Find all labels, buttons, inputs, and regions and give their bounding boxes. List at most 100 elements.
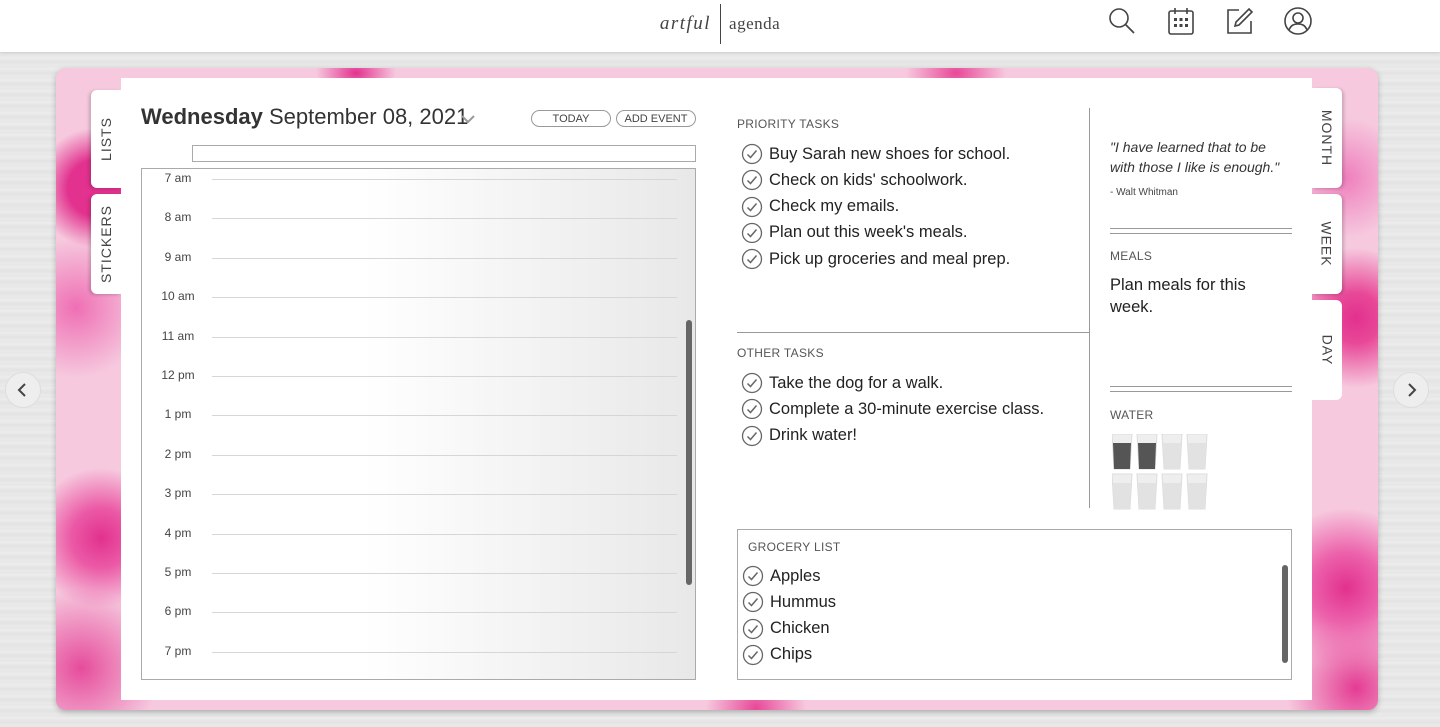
- calendar-icon[interactable]: [1165, 5, 1197, 37]
- tab-day[interactable]: DAY: [1312, 300, 1342, 400]
- time-gridline: [212, 612, 677, 614]
- time-label: 4 pm: [164, 525, 192, 540]
- check-circle-icon: [741, 196, 763, 217]
- next-page-button[interactable]: [1393, 372, 1429, 408]
- task-item[interactable]: Complete a 30-minute exercise class.: [741, 398, 1044, 420]
- search-icon[interactable]: [1106, 5, 1138, 37]
- time-gridline: [212, 651, 677, 653]
- time-slot[interactable]: 5 pm: [142, 563, 695, 583]
- task-text: Apples: [770, 566, 821, 585]
- check-circle-icon: [742, 565, 764, 587]
- time-label: 3 pm: [164, 486, 192, 501]
- water-glass[interactable]: [1186, 434, 1208, 470]
- check-circle-icon: [741, 372, 763, 394]
- task-text: Check on kids' schoolwork.: [769, 170, 968, 189]
- time-gridline: [212, 454, 677, 456]
- time-gridline: [212, 376, 677, 377]
- time-label: 11 am: [161, 328, 195, 343]
- user-icon[interactable]: [1282, 5, 1314, 37]
- divider: [737, 332, 1089, 333]
- quote-author: - Walt Whitman: [1110, 187, 1178, 198]
- time-gridline: [212, 218, 677, 220]
- tab-lists[interactable]: LISTS: [91, 90, 121, 188]
- water-glass[interactable]: [1161, 473, 1183, 510]
- time-slot[interactable]: 12 pm: [142, 366, 695, 386]
- time-slot[interactable]: 4 pm: [142, 524, 695, 544]
- time-label: 6 pm: [164, 604, 192, 619]
- timeline-scrollbar[interactable]: [686, 320, 692, 585]
- task-item[interactable]: Chips: [742, 644, 812, 666]
- water-glass[interactable]: [1136, 434, 1158, 470]
- time-slot[interactable]: 10 am: [142, 287, 695, 307]
- task-item[interactable]: Buy Sarah new shoes for school.: [741, 143, 1010, 165]
- task-text: Hummus: [770, 592, 837, 611]
- check-circle-icon: [742, 592, 764, 613]
- prev-page-button[interactable]: [5, 372, 41, 408]
- check-circle-icon: [741, 222, 763, 244]
- task-item[interactable]: Chicken: [742, 618, 830, 640]
- task-item[interactable]: Take the dog for a walk.: [741, 372, 943, 394]
- water-glass[interactable]: [1186, 473, 1208, 510]
- water-tracker[interactable]: [1112, 434, 1212, 510]
- task-item[interactable]: Check on kids' schoolwork.: [741, 169, 967, 191]
- time-gridline: [212, 297, 677, 299]
- time-label: 9 am: [164, 249, 192, 264]
- time-slot[interactable]: 3 pm: [142, 484, 695, 504]
- task-item[interactable]: Check my emails.: [741, 196, 899, 218]
- task-item[interactable]: Plan out this week's meals.: [741, 222, 968, 244]
- task-item[interactable]: Drink water!: [741, 425, 857, 447]
- time-slot[interactable]: 9 am: [142, 248, 695, 268]
- water-glass[interactable]: [1161, 434, 1183, 470]
- page-title[interactable]: Wednesday September 08, 2021: [141, 104, 468, 130]
- meals-text[interactable]: Plan meals for this week.: [1110, 274, 1292, 318]
- quote-text: "I have learned that to be with those I …: [1110, 139, 1280, 175]
- today-button[interactable]: TODAY: [531, 110, 611, 127]
- time-label: 7 pm: [164, 643, 192, 658]
- grocery-list-label: GROCERY LIST: [748, 540, 841, 554]
- task-item[interactable]: Hummus: [742, 591, 836, 613]
- check-circle-icon: [741, 170, 763, 191]
- task-text: Chicken: [770, 619, 830, 638]
- add-event-button[interactable]: ADD EVENT: [616, 110, 696, 127]
- meals-label: MEALS: [1110, 249, 1153, 263]
- tab-stickers[interactable]: STICKERS: [91, 194, 121, 294]
- time-label: 1 pm: [164, 407, 192, 422]
- time-slot[interactable]: 1 pm: [142, 405, 695, 425]
- time-slot[interactable]: 8 am: [142, 208, 695, 228]
- task-text: Chips: [770, 645, 813, 664]
- time-gridline: [212, 179, 677, 180]
- time-slot[interactable]: 11 am: [142, 327, 695, 347]
- task-text: Drink water!: [769, 426, 858, 445]
- date-text: September 08, 2021: [268, 104, 469, 129]
- divider: [1110, 386, 1292, 387]
- water-glass[interactable]: [1112, 434, 1133, 470]
- weekday: Wednesday: [141, 104, 263, 129]
- time-label: 5 pm: [164, 565, 192, 579]
- chevron-down-icon[interactable]: [461, 114, 475, 124]
- edit-icon[interactable]: [1223, 5, 1255, 37]
- time-slot[interactable]: 2 pm: [142, 445, 695, 465]
- task-item[interactable]: Pick up groceries and meal prep.: [741, 248, 1010, 270]
- water-label: WATER: [1110, 408, 1154, 422]
- time-slot[interactable]: 7 pm: [142, 642, 695, 662]
- divider: [1089, 108, 1090, 508]
- time-gridline: [212, 257, 677, 259]
- task-text: Pick up groceries and meal prep.: [769, 249, 1011, 268]
- tab-month[interactable]: MONTH: [1312, 88, 1342, 188]
- time-label: 2 pm: [164, 446, 192, 461]
- check-circle-icon: [741, 399, 763, 420]
- task-text: Take the dog for a walk.: [769, 373, 944, 392]
- task-text: Check my emails.: [769, 197, 900, 216]
- day-timeline[interactable]: 7 am 8 am 9 am 10 am 11 am 12 pm 1 pm 2 pm 3 pm 4…: [141, 168, 696, 680]
- time-slot[interactable]: 6 pm: [142, 602, 695, 622]
- time-slot[interactable]: 7 am: [142, 169, 695, 189]
- divider: [1110, 228, 1292, 229]
- grocery-scrollbar[interactable]: [1282, 565, 1288, 663]
- water-glass[interactable]: [1136, 473, 1158, 510]
- water-glass[interactable]: [1112, 473, 1133, 510]
- tab-week[interactable]: WEEK: [1312, 194, 1342, 294]
- all-day-event-field[interactable]: [192, 145, 696, 162]
- time-label: 12 pm: [161, 368, 195, 382]
- task-text: Buy Sarah new shoes for school.: [769, 144, 1011, 163]
- task-item[interactable]: Apples: [742, 565, 820, 587]
